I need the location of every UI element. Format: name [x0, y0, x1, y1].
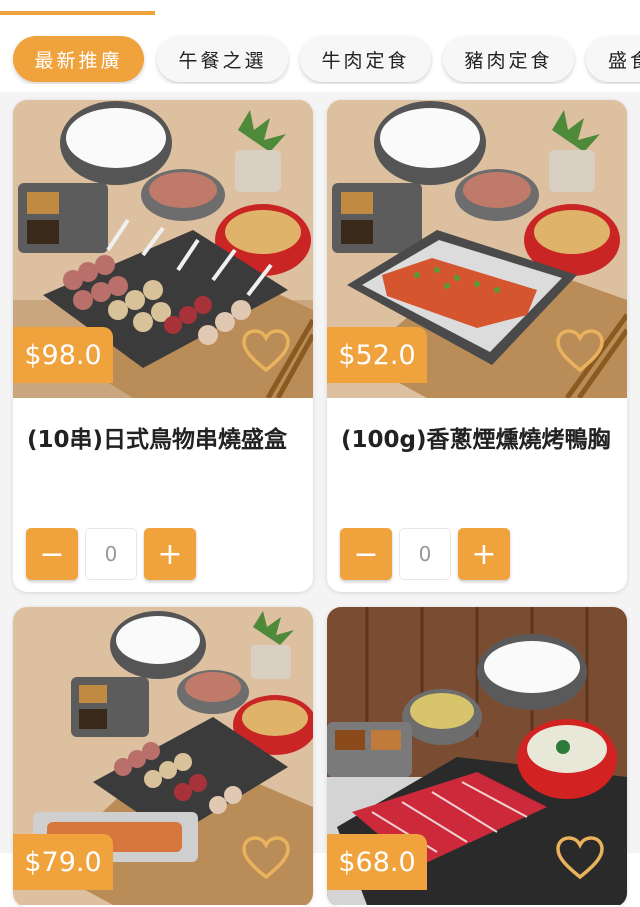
product-name: (100g)香蔥煙燻燒烤鴨胸: [341, 427, 611, 453]
product-price: $79.0: [13, 834, 113, 890]
decrease-quantity-button[interactable]: −: [340, 528, 392, 580]
quantity-value[interactable]: 0: [399, 528, 451, 580]
category-tab-pork-set[interactable]: 豬肉定食: [443, 36, 574, 82]
category-bar: 最新推廣 午餐之選 牛肉定食 豬肉定食 盛食: [0, 34, 640, 84]
product-card[interactable]: $79.0: [13, 607, 313, 907]
category-tab-latest-promo[interactable]: 最新推廣: [13, 36, 144, 82]
heart-outline-icon[interactable]: [241, 835, 291, 881]
product-name: (10串)日式鳥物串燒盛盒: [27, 427, 288, 453]
product-card[interactable]: $98.0 (10串)日式鳥物串燒盛盒 − 0 +: [13, 100, 313, 592]
quantity-stepper: − 0 +: [26, 528, 226, 580]
product-price: $52.0: [327, 327, 427, 383]
quantity-stepper: − 0 +: [340, 528, 540, 580]
heart-outline-icon[interactable]: [241, 328, 291, 374]
quantity-value[interactable]: 0: [85, 528, 137, 580]
active-tab-indicator: [0, 11, 155, 15]
category-tab-lunch[interactable]: 午餐之選: [157, 36, 288, 82]
category-tab-platter[interactable]: 盛食: [586, 36, 640, 82]
heart-outline-icon[interactable]: [555, 835, 605, 881]
increase-quantity-button[interactable]: +: [144, 528, 196, 580]
product-price: $98.0: [13, 327, 113, 383]
category-tab-beef-set[interactable]: 牛肉定食: [300, 36, 431, 82]
increase-quantity-button[interactable]: +: [458, 528, 510, 580]
product-card[interactable]: $52.0 (100g)香蔥煙燻燒烤鴨胸 − 0 +: [327, 100, 627, 592]
heart-outline-icon[interactable]: [555, 328, 605, 374]
decrease-quantity-button[interactable]: −: [26, 528, 78, 580]
product-price: $68.0: [327, 834, 427, 890]
product-card[interactable]: $68.0: [327, 607, 627, 907]
